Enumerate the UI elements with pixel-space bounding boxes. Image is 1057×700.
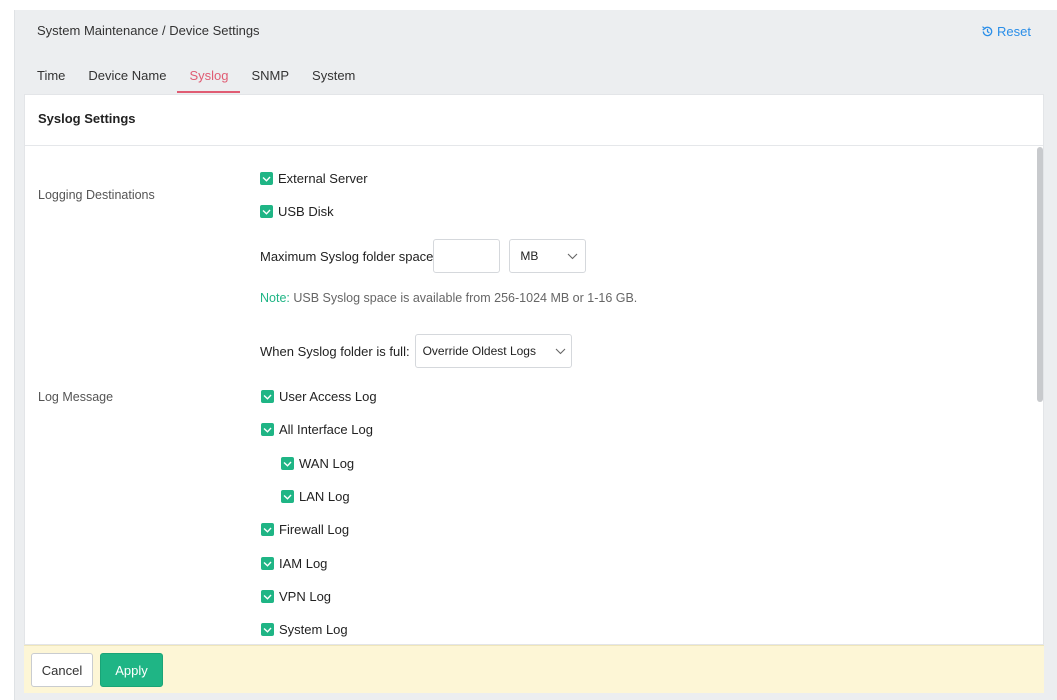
- tab-bar: Time Device Name Syslog SNMP System: [37, 57, 378, 93]
- chevron-down-icon: [555, 348, 565, 354]
- log-item-system[interactable]: System Log: [261, 622, 348, 637]
- log-item-lan[interactable]: LAN Log: [281, 489, 350, 504]
- max-space-row: Maximum Syslog folder space MB: [260, 239, 587, 273]
- max-space-input[interactable]: [433, 239, 501, 273]
- checkbox-checked-icon: [261, 590, 274, 603]
- log-item-label: Firewall Log: [279, 522, 350, 537]
- action-footer: Cancel Apply: [24, 645, 1044, 693]
- usb-disk-label: USB Disk: [278, 204, 334, 219]
- reset-button[interactable]: Reset: [981, 24, 1031, 39]
- log-item-vpn[interactable]: VPN Log: [261, 589, 331, 604]
- reset-label: Reset: [997, 24, 1031, 39]
- log-item-label: User Access Log: [279, 389, 377, 404]
- reset-icon: [982, 26, 993, 37]
- log-item-user-access[interactable]: User Access Log: [261, 389, 377, 404]
- checkbox-checked-icon: [281, 490, 294, 503]
- checkbox-checked-icon: [261, 623, 274, 636]
- tab-syslog[interactable]: Syslog: [177, 57, 241, 93]
- log-item-label: All Interface Log: [279, 422, 373, 437]
- external-server-checkbox[interactable]: External Server: [260, 171, 368, 186]
- checkbox-checked-icon: [261, 523, 274, 536]
- when-full-label: When Syslog folder is full:: [260, 343, 410, 359]
- cancel-button[interactable]: Cancel: [31, 653, 93, 687]
- checkbox-checked-icon: [281, 457, 294, 470]
- unit-value: MB: [520, 249, 539, 263]
- note-text: USB Syslog space is available from 256-1…: [289, 291, 638, 305]
- log-item-label: LAN Log: [299, 489, 350, 504]
- tab-snmp[interactable]: SNMP: [251, 57, 289, 93]
- panel-title: Syslog Settings: [25, 95, 1043, 146]
- max-space-label: Maximum Syslog folder space: [260, 248, 434, 264]
- checkbox-checked-icon: [260, 172, 273, 185]
- chevron-down-icon: [568, 253, 578, 259]
- page-header: System Maintenance / Device Settings: [37, 10, 1057, 50]
- tab-system[interactable]: System: [312, 57, 355, 93]
- scrollbar[interactable]: [1037, 147, 1043, 402]
- syslog-settings-panel: Syslog Settings Logging Destinations Ext…: [24, 94, 1044, 645]
- note-label: Note:: [260, 291, 290, 305]
- usb-space-note: Note: USB Syslog space is available from…: [260, 291, 637, 305]
- checkbox-checked-icon: [261, 423, 274, 436]
- tab-time[interactable]: Time: [37, 57, 65, 93]
- log-item-firewall[interactable]: Firewall Log: [261, 522, 349, 537]
- log-message-label: Log Message: [38, 390, 114, 404]
- usb-disk-checkbox[interactable]: USB Disk: [260, 204, 334, 219]
- when-full-value: Override Oldest Logs: [422, 344, 536, 358]
- log-item-label: IAM Log: [279, 556, 328, 571]
- apply-button[interactable]: Apply: [100, 653, 163, 687]
- breadcrumb: System Maintenance / Device Settings: [37, 23, 260, 38]
- checkbox-checked-icon: [260, 205, 273, 218]
- checkbox-checked-icon: [261, 390, 274, 403]
- log-item-label: VPN Log: [279, 589, 332, 604]
- when-full-row: When Syslog folder is full: Override Old…: [260, 334, 572, 368]
- checkbox-checked-icon: [261, 557, 274, 570]
- tab-device-name[interactable]: Device Name: [88, 57, 166, 93]
- log-item-wan[interactable]: WAN Log: [281, 456, 354, 471]
- max-space-unit-select[interactable]: MB: [509, 239, 587, 273]
- log-item-label: WAN Log: [299, 456, 355, 471]
- log-item-label: System Log: [279, 622, 348, 637]
- when-full-select[interactable]: Override Oldest Logs: [414, 334, 572, 368]
- logging-destinations-label: Logging Destinations: [38, 188, 155, 202]
- log-item-all-interface[interactable]: All Interface Log: [261, 422, 373, 437]
- log-item-iam[interactable]: IAM Log: [261, 556, 327, 571]
- external-server-label: External Server: [278, 171, 368, 186]
